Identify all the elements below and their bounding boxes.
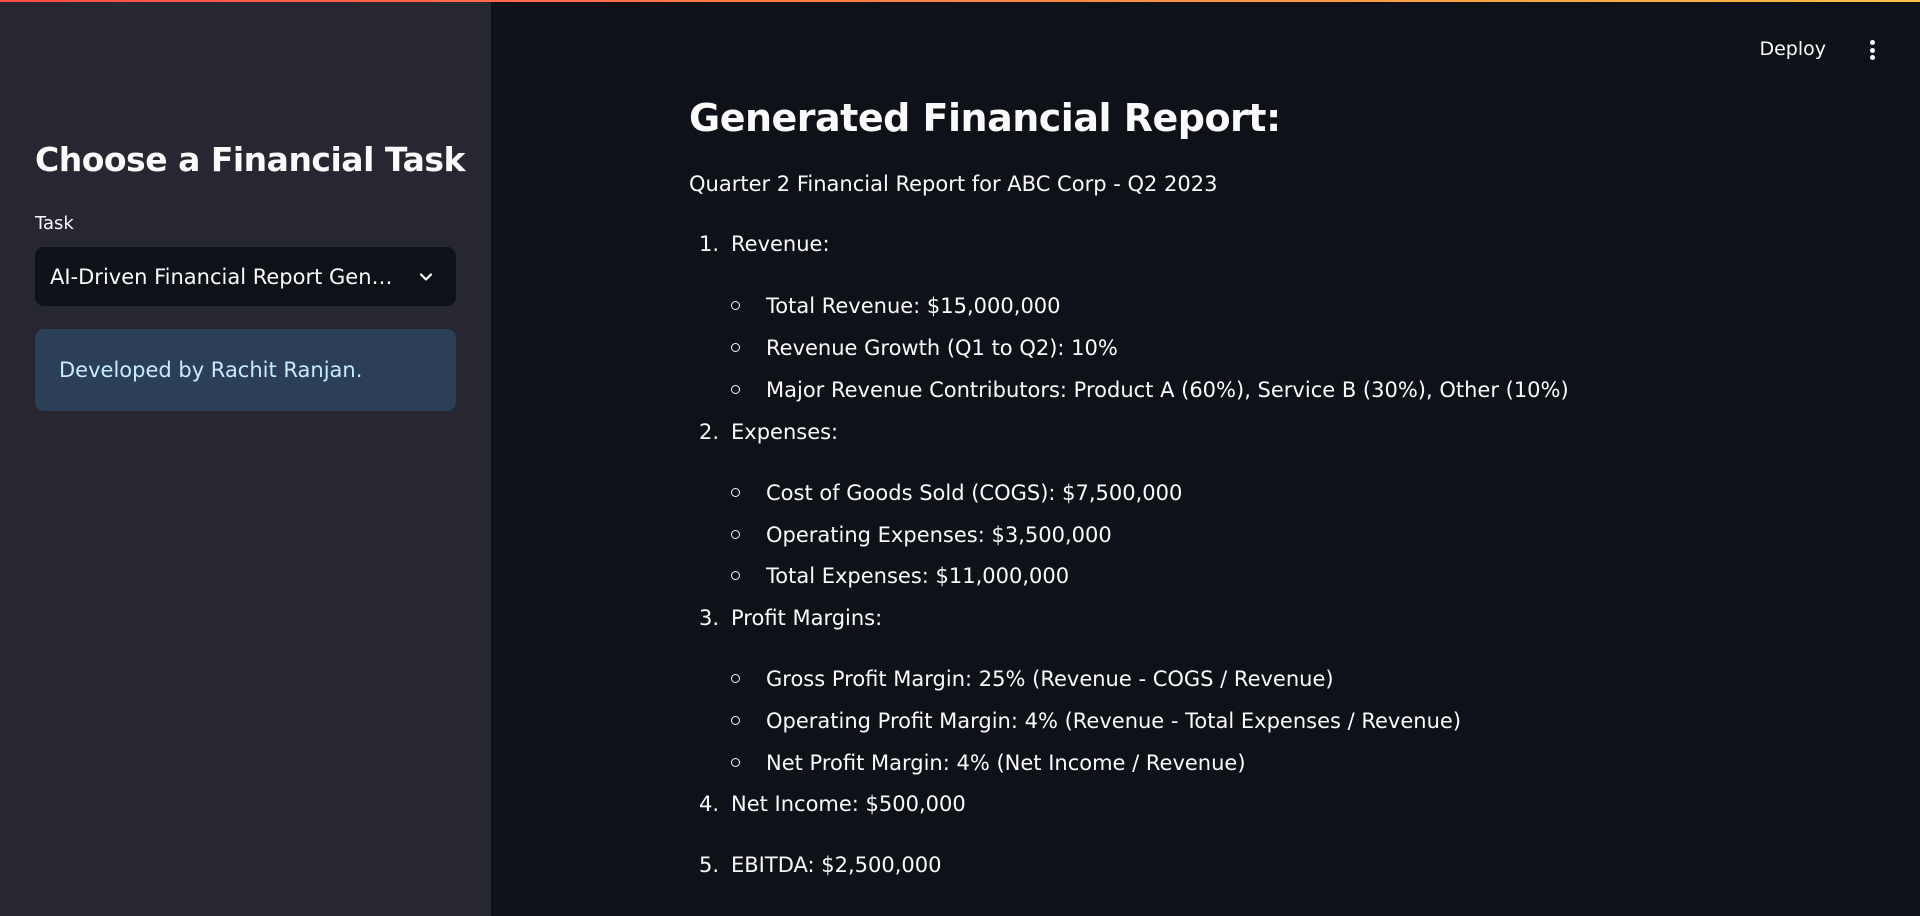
- list-item: Total Revenue: $15,000,000: [731, 294, 1061, 318]
- chevron-down-icon: [419, 273, 433, 281]
- list-item-net-income: 4. Net Income: $500,000: [698, 792, 966, 816]
- report-title: Generated Financial Report:: [689, 96, 1281, 140]
- report-content: Generated Financial Report: Quarter 2 Fi…: [689, 96, 1789, 877]
- list-item-profit-margins: 3. Profit Margins:: [698, 606, 883, 630]
- list-item-expenses: 2. Expenses:: [698, 420, 839, 444]
- more-menu-icon[interactable]: [1864, 38, 1880, 62]
- top-decoration-bar: [0, 0, 1920, 2]
- info-text: Developed by Rachit Ranjan.: [59, 358, 363, 382]
- list-item-ebitda: 5. EBITDA: $2,500,000: [698, 853, 942, 877]
- list-item-revenue: 1. Revenue:: [698, 232, 830, 256]
- list-item: Revenue Growth (Q1 to Q2): 10%: [731, 336, 1118, 360]
- list-item: Net Profit Margin: 4% (Net Income / Reve…: [731, 751, 1246, 775]
- list-item: Gross Profit Margin: 25% (Revenue - COGS…: [731, 667, 1334, 691]
- info-alert: Developed by Rachit Ranjan.: [35, 329, 456, 411]
- task-label: Task: [35, 213, 74, 234]
- sidebar: Choose a Financial Task Task AI-Driven F…: [0, 0, 491, 916]
- deploy-button[interactable]: Deploy: [1759, 38, 1826, 60]
- list-item: Major Revenue Contributors: Product A (6…: [731, 378, 1569, 402]
- report-subtitle: Quarter 2 Financial Report for ABC Corp …: [689, 172, 1218, 196]
- list-item: Operating Expenses: $3,500,000: [731, 523, 1112, 547]
- sidebar-title: Choose a Financial Task: [35, 140, 466, 179]
- main-content: Deploy Generated Financial Report: Quart…: [491, 0, 1920, 916]
- list-item: Operating Profit Margin: 4% (Revenue - T…: [731, 709, 1461, 733]
- list-item: Total Expenses: $11,000,000: [731, 564, 1069, 588]
- list-item: Cost of Goods Sold (COGS): $7,500,000: [731, 481, 1182, 505]
- task-select-value: AI-Driven Financial Report Generation: [50, 264, 395, 289]
- task-select[interactable]: AI-Driven Financial Report Generation: [35, 247, 456, 306]
